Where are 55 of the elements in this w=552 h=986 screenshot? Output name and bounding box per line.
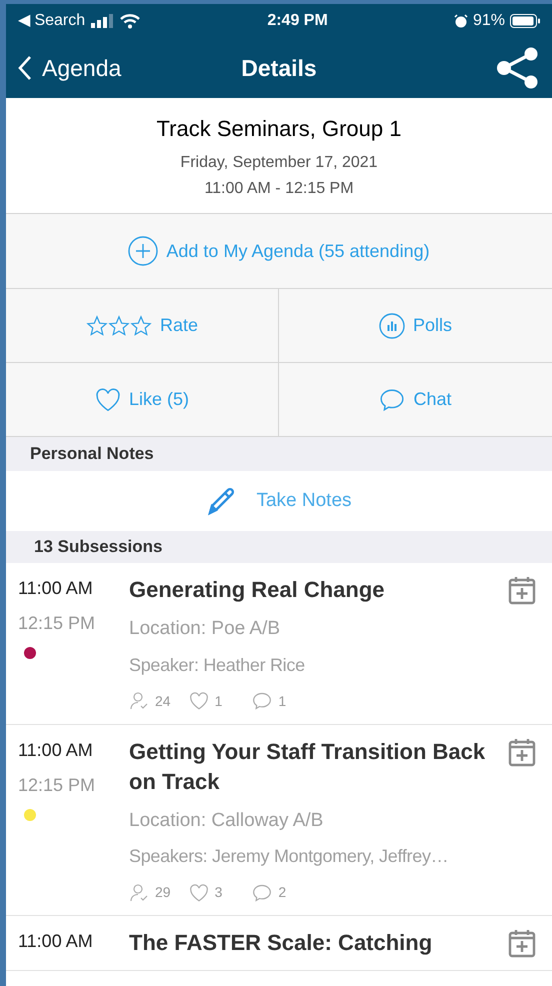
bar-chart-icon	[378, 312, 405, 338]
heart-icon	[188, 884, 209, 902]
end-time: 12:15 PM	[18, 612, 96, 635]
subsession-title[interactable]: Generating Real Change	[129, 575, 508, 605]
heart-icon	[188, 692, 209, 710]
session-time: 11:00 AM - 12:15 PM	[204, 179, 354, 199]
heart-icon	[94, 388, 121, 412]
back-button[interactable]: Agenda	[18, 50, 122, 86]
like-button[interactable]: Like (5)	[6, 363, 279, 437]
location-text: Location: Poe A/B	[129, 617, 282, 641]
speech-bubble-icon	[252, 691, 272, 711]
subsession-title[interactable]: Getting Your Staff Transition Back on Track	[129, 736, 508, 796]
location-text: Location: Calloway A/B	[129, 808, 324, 832]
person-icon	[129, 691, 149, 711]
battery-icon	[510, 14, 540, 28]
start-time: 11:00 AM	[18, 738, 94, 762]
polls-button[interactable]: Polls	[279, 289, 552, 363]
share-icon[interactable]	[496, 47, 540, 89]
speech-bubble-icon	[379, 386, 406, 412]
wifi-icon	[119, 13, 142, 29]
subsession-title[interactable]: The FASTER Scale: Catching	[129, 928, 508, 958]
star-icon	[86, 314, 108, 336]
speaker-text: Speaker: Heather Rice	[129, 654, 306, 677]
end-time: 12:15 PM	[18, 774, 96, 796]
chat-button[interactable]: Chat	[279, 363, 552, 437]
attendee-count: 24	[155, 692, 171, 710]
attendee-count: 29	[155, 883, 171, 902]
start-time: 11:00 AM	[18, 930, 94, 953]
clock-time: 2:49 PM	[267, 11, 328, 31]
star-icon	[130, 314, 152, 336]
star-icon	[108, 314, 130, 336]
like-count: 3	[214, 883, 222, 902]
session-date: Friday, September 17, 2021	[180, 153, 378, 173]
battery-percent: 91%	[472, 11, 505, 31]
add-to-agenda-button[interactable]: Add to My Agenda (55 attending)	[6, 214, 552, 289]
comment-count: 2	[278, 883, 286, 902]
rate-button[interactable]: Rate	[6, 289, 279, 363]
start-time: 11:00 AM	[18, 577, 94, 600]
page-title: Details	[241, 54, 317, 83]
section-header: Personal Notes	[6, 437, 552, 471]
person-icon	[129, 882, 149, 902]
calendar-add-icon[interactable]	[508, 928, 536, 958]
plus-circle-icon	[128, 236, 158, 266]
alarm-icon	[454, 14, 468, 28]
session-title: Track Seminars, Group 1	[156, 115, 402, 143]
calendar-add-icon[interactable]	[508, 575, 536, 605]
comment-count: 1	[278, 692, 286, 710]
chevron-left-icon	[18, 55, 32, 81]
calendar-add-icon[interactable]	[508, 736, 536, 766]
speech-bubble-icon	[252, 882, 272, 902]
like-count: 1	[214, 692, 222, 710]
section-header: 13 Subsessions	[6, 531, 552, 563]
speaker-text: Speakers: Jeremy Montgomery, Jeffrey…	[129, 845, 450, 868]
back-to-app-link[interactable]: ◀ Search	[18, 9, 86, 33]
signal-icon	[91, 14, 114, 28]
